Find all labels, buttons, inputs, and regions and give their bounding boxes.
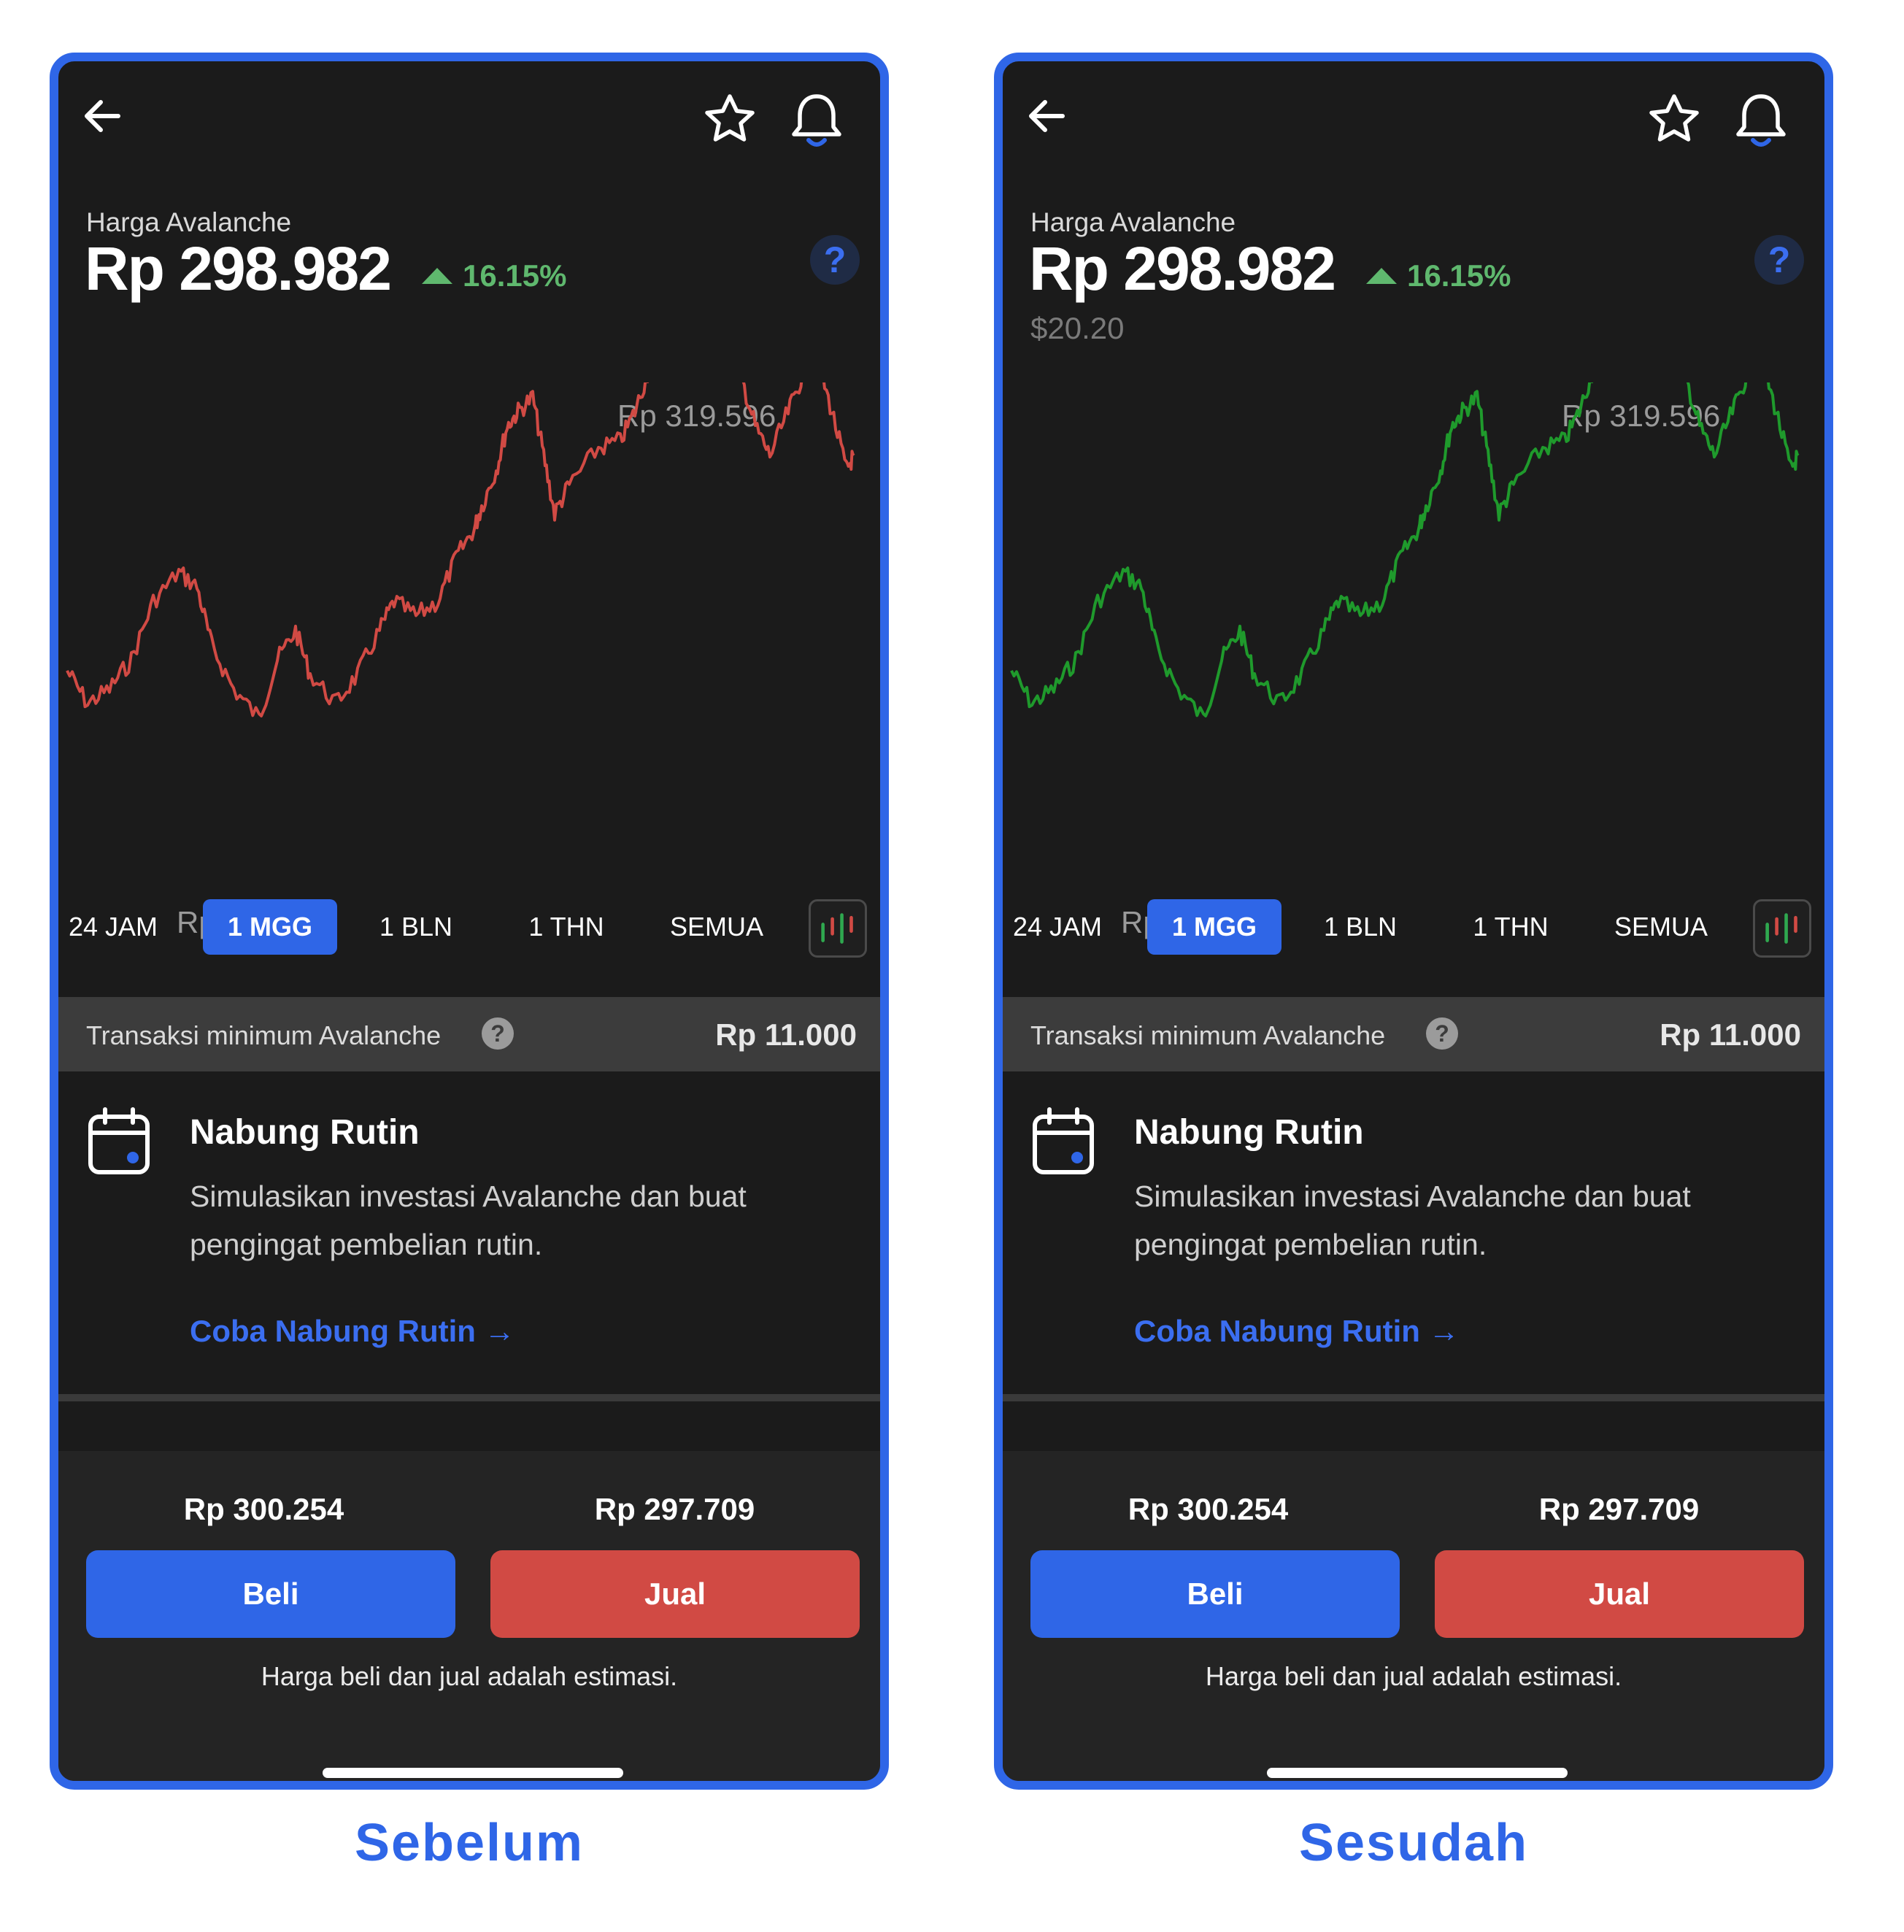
nabung-rutin-title: Nabung Rutin (1134, 1113, 1364, 1152)
sell-button[interactable]: Jual (1435, 1550, 1804, 1638)
candlestick-toggle-button[interactable] (1753, 899, 1811, 958)
price-change: 16.15% (422, 258, 566, 293)
time-range-selector: 24 JAM 1 MGG 1 BLN 1 THN SEMUA (58, 899, 880, 959)
buy-price: Rp 300.254 (1128, 1492, 1289, 1526)
sell-price: Rp 297.709 (1538, 1492, 1700, 1526)
buy-price: Rp 300.254 (183, 1492, 344, 1526)
price-chart (66, 382, 855, 717)
asset-label: Harga Avalanche (86, 207, 292, 237)
minimum-transaction-label: Transaksi minimum Avalanche (86, 1020, 442, 1050)
home-indicator[interactable] (1267, 1768, 1568, 1778)
candlestick-icon (821, 913, 853, 944)
section-divider (58, 1394, 880, 1401)
minimum-transaction-value: Rp 11.000 (1660, 1017, 1801, 1052)
bell-icon[interactable] (788, 91, 845, 150)
tab-1-mgg[interactable]: 1 MGG (1147, 899, 1281, 955)
bell-icon[interactable] (1733, 91, 1789, 150)
minimum-transaction-label: Transaksi minimum Avalanche (1030, 1020, 1386, 1050)
nabung-rutin-title: Nabung Rutin (190, 1113, 420, 1152)
tab-1-thn[interactable]: 1 THN (1452, 899, 1569, 955)
try-nabung-rutin-link[interactable]: Coba Nabung Rutin → (190, 1314, 515, 1349)
try-nabung-rutin-link[interactable]: Coba Nabung Rutin → (1134, 1314, 1460, 1349)
back-arrow-icon[interactable] (1022, 91, 1073, 142)
tab-24-jam[interactable]: 24 JAM (66, 899, 161, 955)
tab-1-bln[interactable]: 1 BLN (365, 899, 467, 955)
up-triangle-icon (1366, 268, 1397, 284)
help-icon[interactable]: ? (1426, 1017, 1458, 1050)
up-triangle-icon (422, 268, 452, 284)
minimum-transaction-bar: Transaksi minimum Avalanche ? Rp 11.000 (58, 997, 880, 1071)
calendar-icon (1033, 1107, 1094, 1174)
candlestick-toggle-button[interactable] (809, 899, 867, 958)
tab-1-mgg[interactable]: 1 MGG (203, 899, 337, 955)
phone-screen-after: Harga Avalanche Rp 298.982 16.15% ? $20.… (994, 53, 1833, 1790)
candlestick-icon (1765, 913, 1797, 944)
sell-price: Rp 297.709 (594, 1492, 755, 1526)
help-icon[interactable]: ? (482, 1017, 514, 1050)
asset-label: Harga Avalanche (1030, 207, 1236, 237)
back-arrow-icon[interactable] (77, 91, 128, 142)
price-line (66, 382, 855, 717)
price-change: 16.15% (1366, 258, 1511, 293)
phone-screen-before: Harga Avalanche Rp 298.982 16.15% ? Rp 3… (50, 53, 889, 1790)
tab-24-jam[interactable]: 24 JAM (1010, 899, 1105, 955)
estimate-disclaimer: Harga beli dan jual adalah estimasi. (261, 1661, 678, 1691)
buy-button[interactable]: Beli (86, 1550, 455, 1638)
section-divider (1003, 1394, 1824, 1401)
minimum-transaction-bar: Transaksi minimum Avalanche ? Rp 11.000 (1003, 997, 1824, 1071)
price-change-value: 16.15% (1407, 258, 1511, 293)
home-indicator[interactable] (323, 1768, 623, 1778)
tab-semua[interactable]: SEMUA (658, 899, 775, 955)
tab-semua[interactable]: SEMUA (1603, 899, 1719, 955)
star-icon[interactable] (1646, 92, 1702, 147)
tab-1-bln[interactable]: 1 BLN (1309, 899, 1411, 955)
time-range-selector: 24 JAM 1 MGG 1 BLN 1 THN SEMUA (1003, 899, 1824, 959)
calendar-icon (88, 1107, 150, 1174)
help-icon[interactable]: ? (810, 235, 860, 285)
usd-price: $20.20 (1030, 311, 1125, 345)
help-icon[interactable]: ? (1754, 235, 1804, 285)
price-change-value: 16.15% (463, 258, 567, 293)
caption-before: Sebelum (354, 1814, 585, 1872)
current-price: Rp 298.982 (1029, 234, 1336, 303)
star-icon[interactable] (702, 92, 758, 147)
nabung-rutin-description: Simulasikan investasi Avalanche dan buat… (190, 1179, 747, 1261)
price-chart (1010, 382, 1800, 717)
caption-after: Sesudah (1298, 1814, 1529, 1872)
price-line (1010, 382, 1800, 717)
current-price: Rp 298.982 (85, 234, 392, 303)
buy-button[interactable]: Beli (1030, 1550, 1400, 1638)
tab-1-thn[interactable]: 1 THN (508, 899, 625, 955)
minimum-transaction-value: Rp 11.000 (715, 1017, 857, 1052)
nabung-rutin-description: Simulasikan investasi Avalanche dan buat… (1134, 1179, 1691, 1261)
estimate-disclaimer: Harga beli dan jual adalah estimasi. (1205, 1661, 1622, 1691)
sell-button[interactable]: Jual (490, 1550, 860, 1638)
